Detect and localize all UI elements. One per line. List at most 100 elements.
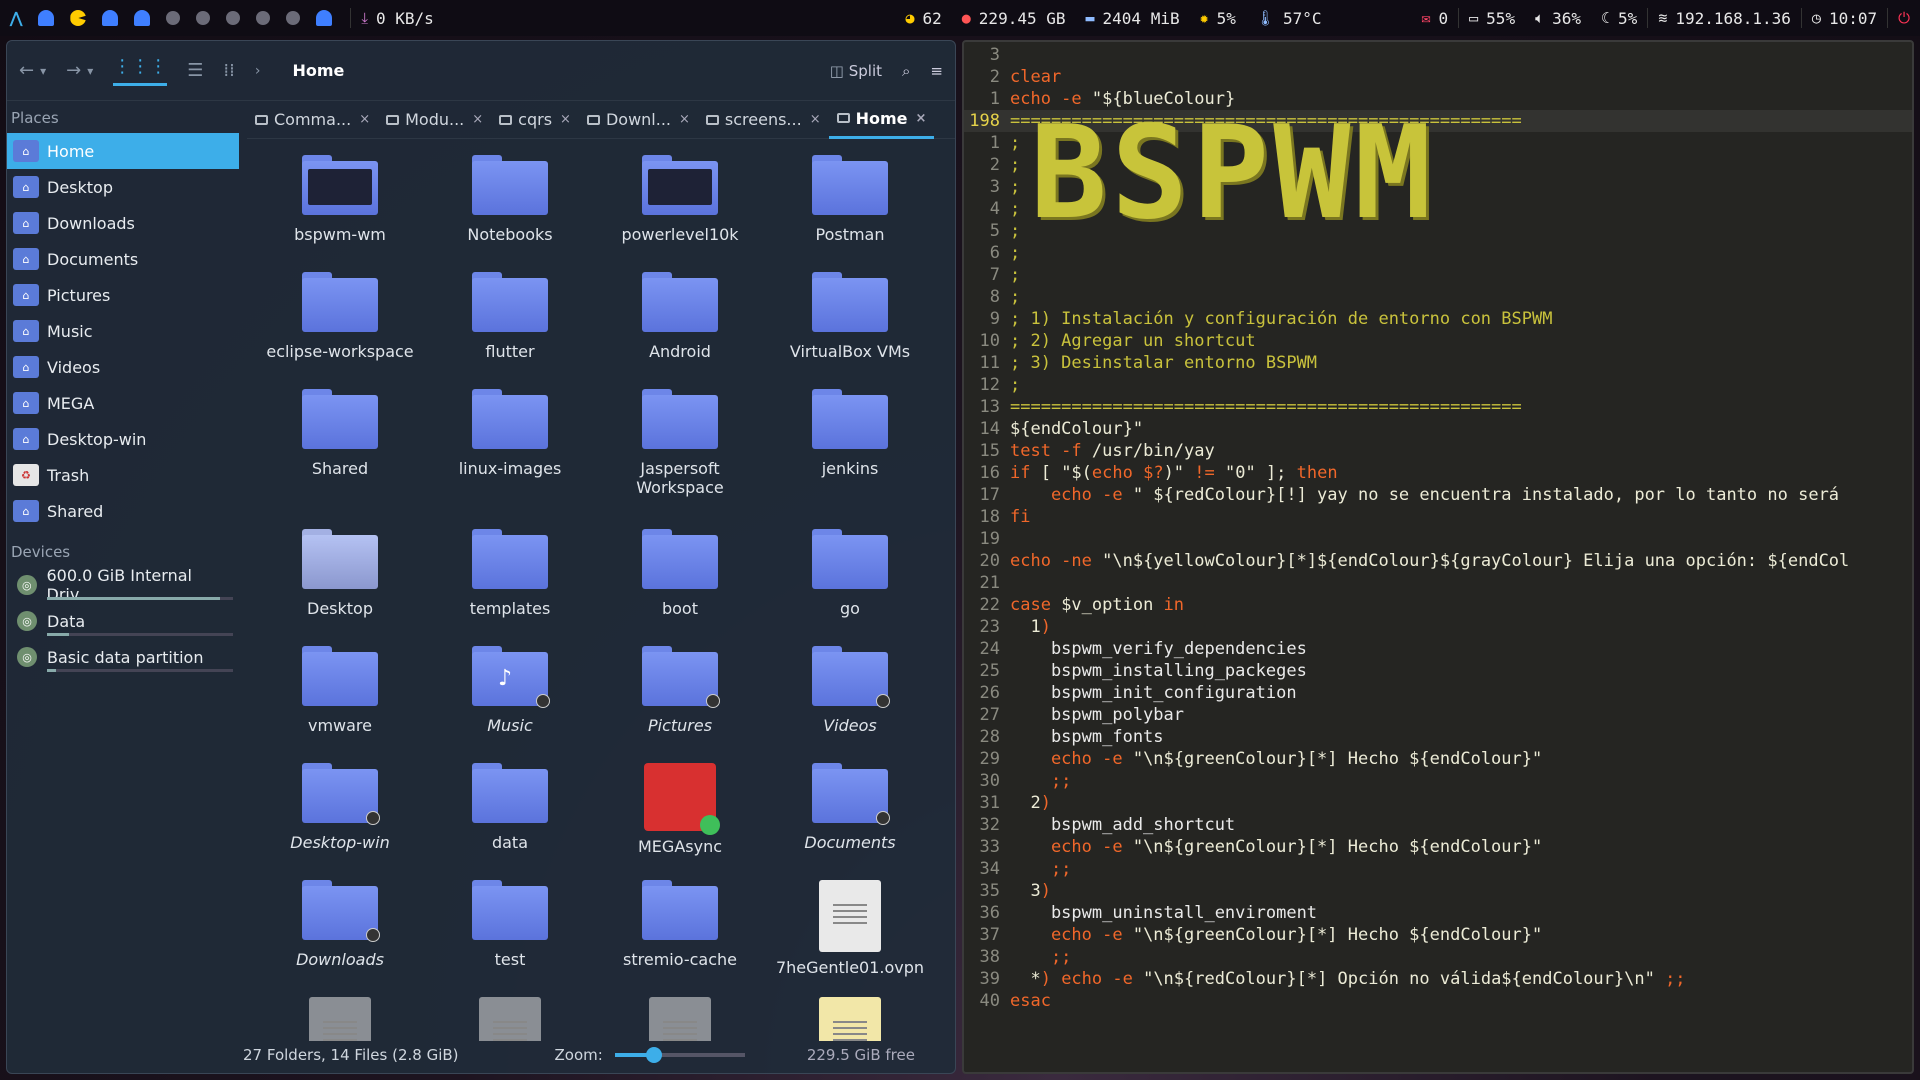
file-item[interactable]: Desktop-win bbox=[255, 759, 425, 876]
workspace-5-icon[interactable] bbox=[166, 11, 181, 25]
workspace-7-icon[interactable] bbox=[226, 11, 241, 25]
sidebar-item-desktop[interactable]: ⌂ Desktop bbox=[7, 169, 239, 205]
file-item[interactable]: vmware bbox=[255, 642, 425, 759]
clock[interactable]: ◷ 10:07 bbox=[1802, 0, 1887, 36]
file-item[interactable]: flutter bbox=[425, 268, 595, 385]
file-item[interactable]: Postman bbox=[765, 151, 935, 268]
close-icon[interactable]: × bbox=[472, 112, 483, 127]
memory-value: 2404 MiB bbox=[1102, 8, 1180, 28]
sidebar-item-music[interactable]: ⌂ Music bbox=[7, 313, 239, 349]
device-item[interactable]: ◎ Basic data partition bbox=[7, 639, 239, 675]
workspace-6-icon[interactable] bbox=[196, 11, 211, 25]
folder-icon bbox=[302, 646, 378, 706]
file-item[interactable]: stremio-cache bbox=[595, 876, 765, 993]
code-line: 16 if [ "$(echo $?)" != "0" ]; then bbox=[964, 462, 1912, 484]
file-item[interactable]: Desktop bbox=[255, 525, 425, 642]
device-item[interactable]: ◎ 600.0 GiB Internal Driv... bbox=[7, 566, 239, 604]
workspace-9-icon[interactable] bbox=[286, 11, 301, 25]
sidebar-item-desktop-win[interactable]: ⌂ Desktop-win bbox=[7, 421, 239, 457]
workspace-3-icon[interactable] bbox=[102, 10, 119, 26]
arch-logo-icon[interactable]: ⋀ bbox=[10, 9, 22, 27]
sidebar-item-downloads[interactable]: ⌂ Downloads bbox=[7, 205, 239, 241]
sidebar-item-trash[interactable]: ♻ Trash bbox=[7, 457, 239, 493]
code-token: ) echo -e bbox=[1040, 969, 1144, 989]
line-number: 19 bbox=[979, 529, 1000, 549]
file-item[interactable]: 7heGentle01.ovpn bbox=[765, 876, 935, 993]
zoom-slider[interactable] bbox=[614, 1047, 745, 1063]
file-item[interactable]: go bbox=[765, 525, 935, 642]
file-label: stremio-cache bbox=[623, 950, 737, 969]
file-item[interactable] bbox=[595, 993, 765, 1041]
forward-button[interactable]: → bbox=[66, 60, 81, 81]
forward-history-icon[interactable]: ▾ bbox=[87, 64, 93, 78]
file-item[interactable]: powerlevel10k bbox=[595, 151, 765, 268]
sidebar-item-pictures[interactable]: ⌂ Pictures bbox=[7, 277, 239, 313]
sidebar-item-videos[interactable]: ⌂ Videos bbox=[7, 349, 239, 385]
tab-5[interactable]: Home × bbox=[828, 101, 935, 139]
sidebar-item-documents[interactable]: ⌂ Documents bbox=[7, 241, 239, 277]
breadcrumb[interactable]: Home bbox=[292, 61, 344, 80]
network-ip[interactable]: ≋ 192.168.1.36 bbox=[1648, 0, 1801, 36]
sidebar-item-home[interactable]: ⌂ Home bbox=[7, 133, 239, 169]
back-button[interactable]: ← bbox=[19, 60, 34, 81]
updates[interactable]: ◕ 62 bbox=[895, 0, 951, 36]
file-item[interactable] bbox=[765, 993, 935, 1041]
file-item[interactable] bbox=[425, 993, 595, 1041]
details-view-button[interactable]: ⁞⁞ bbox=[223, 60, 234, 81]
close-icon[interactable]: × bbox=[679, 112, 690, 127]
close-icon[interactable]: × bbox=[810, 112, 821, 127]
search-icon[interactable]: ⌕ bbox=[902, 62, 910, 80]
file-item[interactable]: Downloads bbox=[255, 876, 425, 993]
file-item[interactable]: Documents bbox=[765, 759, 935, 876]
file-item[interactable]: boot bbox=[595, 525, 765, 642]
file-item[interactable]: MEGAsync bbox=[595, 759, 765, 876]
file-item[interactable]: Notebooks bbox=[425, 151, 595, 268]
workspace-8-icon[interactable] bbox=[256, 11, 271, 25]
power-button[interactable]: ⏻ bbox=[1888, 0, 1920, 36]
file-item[interactable]: eclipse-workspace bbox=[255, 268, 425, 385]
file-item[interactable]: templates bbox=[425, 525, 595, 642]
menu-icon[interactable]: ≡ bbox=[930, 62, 943, 80]
tab-1[interactable]: Modu... × bbox=[378, 101, 491, 139]
sidebar-item-shared[interactable]: ⌂ Shared bbox=[7, 493, 239, 529]
compact-view-button[interactable]: ☰ bbox=[187, 60, 203, 81]
sidebar-item-mega[interactable]: ⌂ MEGA bbox=[7, 385, 239, 421]
file-item[interactable]: bspwm-wm bbox=[255, 151, 425, 268]
file-item[interactable]: jenkins bbox=[765, 385, 935, 525]
file-item[interactable]: Videos bbox=[765, 642, 935, 759]
file-item[interactable]: test bbox=[425, 876, 595, 993]
file-item[interactable]: Android bbox=[595, 268, 765, 385]
workspace-4-icon[interactable] bbox=[134, 10, 151, 26]
zoom-slider-handle[interactable] bbox=[645, 1047, 662, 1063]
workspace-1-icon[interactable] bbox=[38, 10, 55, 26]
mail[interactable]: ✉ 0 bbox=[1411, 0, 1458, 36]
workspace-2-icon[interactable] bbox=[70, 10, 87, 26]
file-item[interactable]: linux-images bbox=[425, 385, 595, 525]
tab-0[interactable]: Comma... × bbox=[247, 101, 378, 139]
tab-4[interactable]: screens... × bbox=[698, 101, 829, 139]
code-token: ; bbox=[1010, 287, 1021, 307]
tab-2[interactable]: cqrs × bbox=[491, 101, 579, 139]
brightness[interactable]: ☾ 5% bbox=[1591, 0, 1647, 36]
tab-3[interactable]: Downl... × bbox=[579, 101, 698, 139]
device-item[interactable]: ◎ Data bbox=[7, 603, 239, 639]
close-icon[interactable]: × bbox=[560, 112, 571, 127]
icons-view-button[interactable]: ⋮⋮⋮ bbox=[113, 56, 168, 86]
net-speed-value: 0 KB/s bbox=[375, 8, 434, 28]
file-item[interactable]: data bbox=[425, 759, 595, 876]
file-item[interactable]: VirtualBox VMs bbox=[765, 268, 935, 385]
file-item[interactable] bbox=[255, 993, 425, 1041]
split-button[interactable]: ◫ Split bbox=[830, 62, 882, 80]
device-usage-bar bbox=[47, 597, 233, 600]
close-icon[interactable]: × bbox=[359, 112, 370, 127]
code-token: )" bbox=[1163, 463, 1195, 483]
close-icon[interactable]: × bbox=[916, 111, 927, 126]
workspace-10-icon[interactable] bbox=[316, 10, 333, 26]
file-item[interactable]: ♪ Music bbox=[425, 642, 595, 759]
tab-label: Home bbox=[855, 108, 908, 128]
file-item[interactable]: Pictures bbox=[595, 642, 765, 759]
back-history-icon[interactable]: ▾ bbox=[40, 64, 46, 78]
volume[interactable]: 🔈︎ 36% bbox=[1525, 0, 1591, 36]
file-item[interactable]: Shared bbox=[255, 385, 425, 525]
file-item[interactable]: Jaspersoft Workspace bbox=[595, 385, 765, 525]
